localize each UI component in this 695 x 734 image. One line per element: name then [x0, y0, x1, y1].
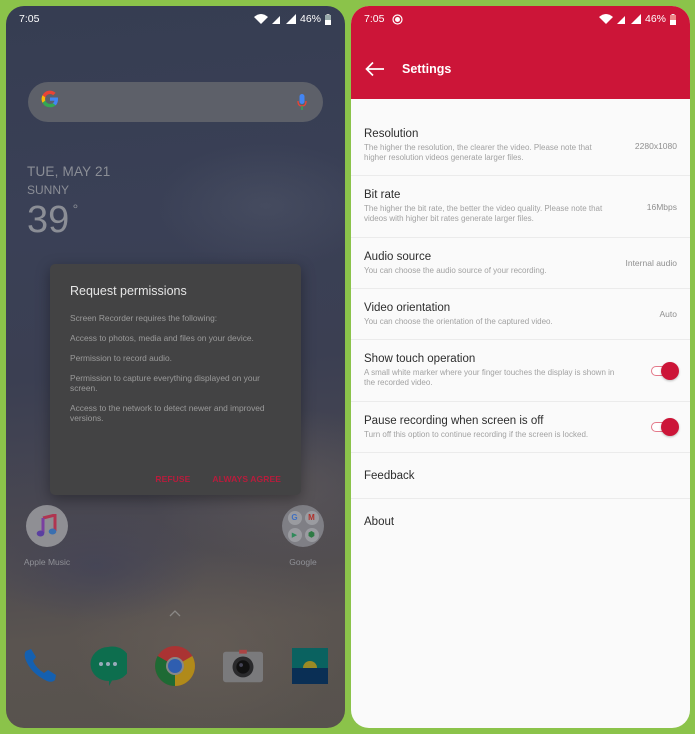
weather-widget[interactable]: TUE, MAY 21 SUNNY 39 °	[27, 164, 110, 242]
dialog-actions: REFUSE ALWAYS AGREE	[155, 474, 281, 484]
request-permissions-dialog: Request permissions Screen Recorder requ…	[50, 264, 301, 495]
setting-value: 2280x1080	[634, 140, 677, 151]
setting-title: Feedback	[364, 469, 415, 482]
battery-percent: 46%	[644, 13, 666, 25]
dialog-line: Permission to record audio.	[70, 353, 172, 363]
pause-recording-toggle[interactable]	[651, 418, 679, 436]
google-folder-icon: G M ▶ ⬢	[282, 505, 324, 547]
setting-value: 16Mbps	[646, 201, 677, 212]
chrome-icon[interactable]	[155, 646, 195, 686]
wifi-icon	[253, 14, 268, 24]
setting-title: Resolution	[364, 128, 419, 140]
app-bar: 7:05 46% Settings	[351, 6, 690, 99]
signal-icon	[285, 14, 296, 24]
weather-date: TUE, MAY 21	[27, 164, 111, 179]
setting-pause-when-screen-off[interactable]: Pause recording when screen is off Turn …	[351, 402, 690, 453]
show-touch-toggle[interactable]	[651, 361, 679, 380]
setting-title: Show touch operation	[364, 353, 476, 365]
setting-description: You can choose the audio source of your …	[364, 265, 547, 275]
setting-description: Turn off this option to continue recordi…	[364, 429, 589, 439]
phone-icon[interactable]	[20, 646, 60, 686]
setting-feedback[interactable]: Feedback	[351, 453, 690, 499]
signal-icon	[616, 16, 625, 24]
setting-resolution[interactable]: Resolution The higher the resolution, th…	[351, 116, 690, 176]
setting-value: Auto	[659, 309, 678, 319]
gallery-icon[interactable]	[290, 646, 330, 686]
weather-condition: SUNNY	[27, 183, 70, 197]
setting-description: The higher the resolution, the clearer t…	[364, 143, 592, 162]
toggle-thumb	[661, 361, 679, 380]
setting-audio-source[interactable]: Audio source You can choose the audio so…	[351, 238, 690, 289]
setting-value: Internal audio	[625, 258, 677, 268]
app-folder-google[interactable]: G M ▶ ⬢ Google	[273, 505, 333, 567]
setting-title: Video orientation	[364, 301, 451, 314]
dialog-line: Permission to capture everything display…	[70, 373, 260, 393]
signal-icon	[630, 14, 641, 24]
app-bar-nav: Settings	[365, 61, 451, 77]
battery-icon	[325, 13, 331, 25]
mic-icon[interactable]	[297, 94, 307, 110]
battery-percent: 46%	[299, 13, 321, 25]
setting-description: A small white marker where your finger t…	[364, 368, 615, 387]
always-agree-button[interactable]: ALWAYS AGREE	[212, 474, 281, 484]
home-screen: 7:05 46% TUE, MAY 21 SUNNY 39 ° Apple Mu…	[6, 6, 345, 728]
settings-list: Resolution The higher the resolution, th…	[351, 117, 690, 545]
setting-title: About	[364, 516, 395, 528]
dialog-message: Screen Recorder requires the following: …	[70, 313, 281, 423]
setting-about[interactable]: About	[351, 499, 690, 545]
arrow-back-icon[interactable]	[365, 61, 385, 77]
setting-title: Audio source	[364, 250, 432, 263]
signal-icon	[271, 16, 280, 24]
hangouts-icon[interactable]	[88, 646, 128, 686]
record-icon	[392, 13, 404, 25]
toggle-thumb	[661, 418, 679, 436]
setting-title: Bit rate	[364, 189, 401, 201]
dialog-line: Access to photos, media and files on you…	[70, 333, 254, 343]
camera-icon[interactable]	[222, 646, 263, 686]
gmail-icon: M	[304, 510, 319, 525]
weather-temperature: 39 °	[27, 199, 79, 241]
page-title: Settings	[402, 62, 452, 76]
app-drawer-chevron-icon[interactable]	[169, 606, 181, 620]
google-logo-icon	[40, 89, 60, 115]
setting-bit-rate[interactable]: Bit rate The higher the bit rate, the be…	[351, 176, 690, 238]
app-label: Google	[289, 557, 317, 567]
status-time: 7:05	[364, 13, 385, 25]
wifi-icon	[598, 14, 613, 24]
google-search-bar[interactable]	[28, 82, 323, 122]
google-app-icon: G	[287, 510, 302, 525]
status-time: 7:05	[19, 13, 40, 25]
setting-video-orientation[interactable]: Video orientation You can choose the ori…	[351, 289, 690, 340]
battery-icon	[670, 13, 676, 25]
setting-show-touch-operation[interactable]: Show touch operation A small white marke…	[351, 340, 690, 402]
app-apple-music[interactable]: Apple Music	[17, 505, 77, 567]
status-bar: 7:05 46%	[351, 6, 690, 32]
music-note-icon	[26, 505, 68, 547]
setting-title: Pause recording when screen is off	[364, 414, 544, 427]
play-store-icon: ▶	[287, 527, 302, 542]
app-label: Apple Music	[23, 557, 71, 567]
dock	[20, 646, 330, 686]
dialog-line: Access to the network to detect newer an…	[70, 403, 265, 423]
status-bar: 7:05 46%	[6, 6, 345, 32]
dialog-line: Screen Recorder requires the following:	[70, 313, 218, 323]
settings-screen: 7:05 46% Settings Resolution The higher …	[351, 6, 690, 728]
setting-description: You can choose the orientation of the ca…	[364, 316, 553, 326]
setting-description: The higher the bit rate, the better the …	[364, 204, 603, 223]
maps-icon: ⬢	[304, 527, 319, 542]
dialog-title: Request permissions	[70, 284, 187, 298]
refuse-button[interactable]: REFUSE	[155, 474, 190, 484]
